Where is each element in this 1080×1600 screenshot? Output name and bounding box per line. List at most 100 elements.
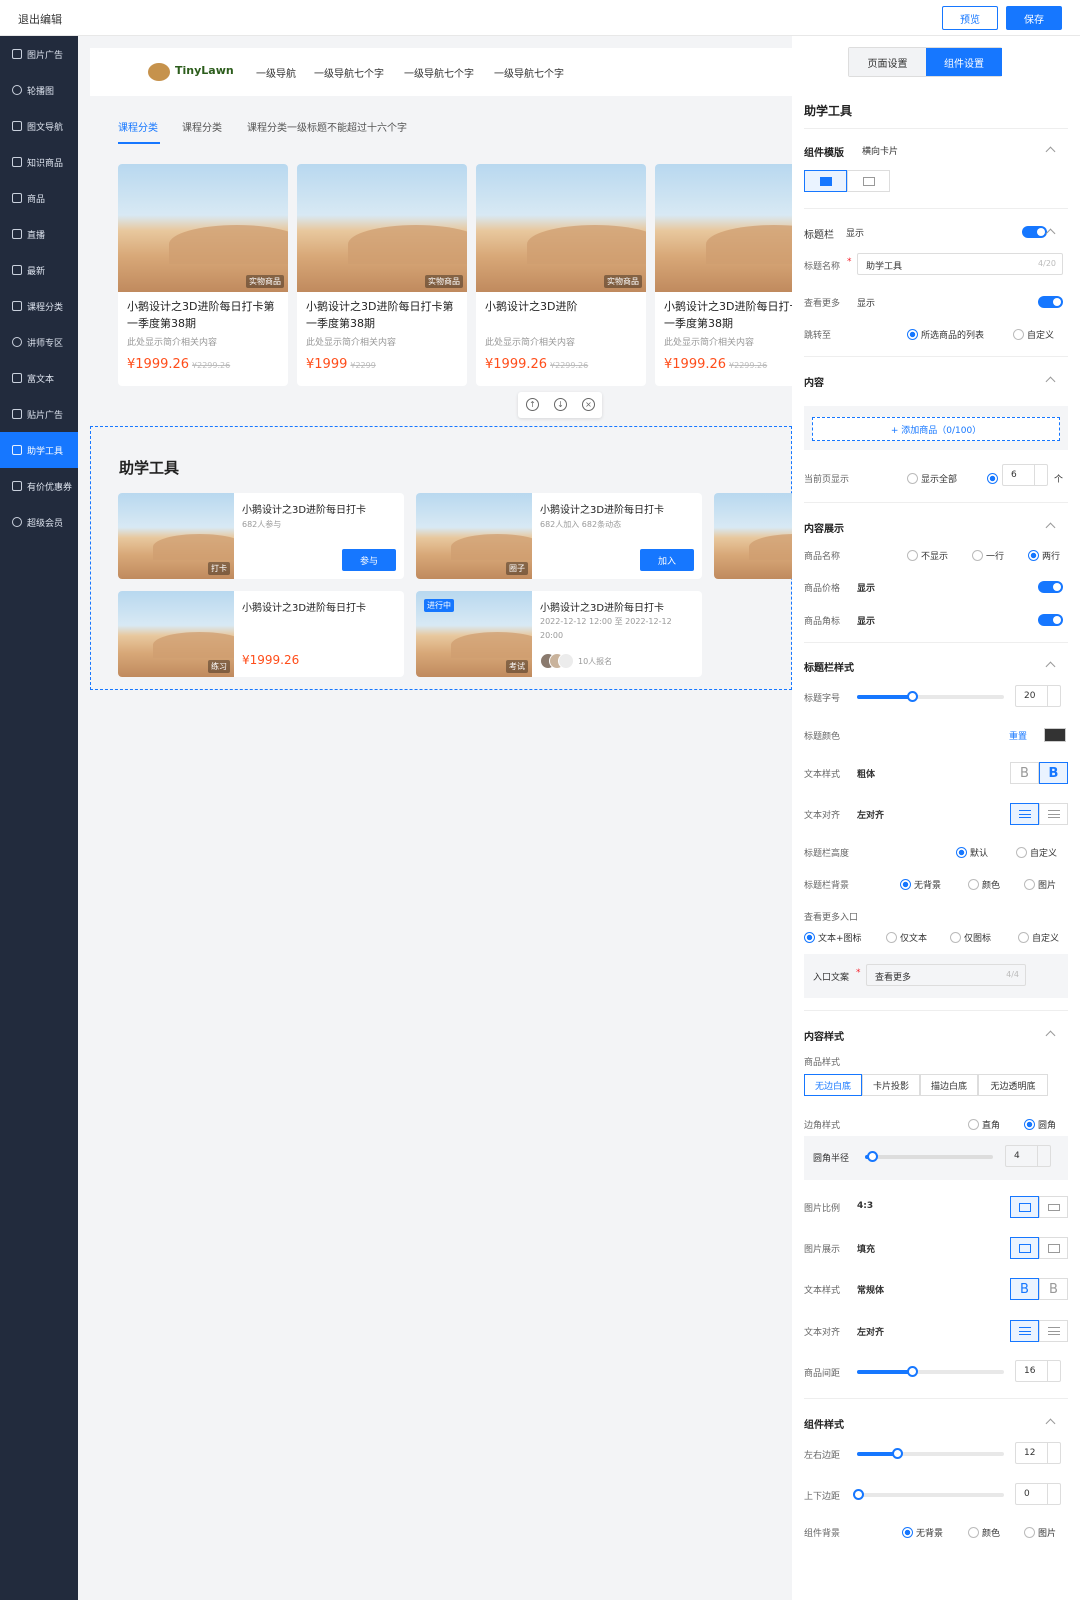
align-left-button[interactable] bbox=[1010, 803, 1039, 825]
join-circle-button[interactable]: 加入 bbox=[640, 549, 694, 571]
compbg-radio-none[interactable]: 无背景 bbox=[902, 1526, 943, 1539]
tab-category-3[interactable]: 课程分类一级标题不能超过十六个字 bbox=[247, 119, 407, 134]
tab-page-settings[interactable]: 页面设置 bbox=[849, 48, 926, 76]
color-swatch[interactable] bbox=[1044, 728, 1066, 742]
lr-margin-stepper[interactable]: 12 bbox=[1015, 1442, 1061, 1464]
img-fill-button[interactable] bbox=[1010, 1237, 1039, 1259]
align-center-button[interactable] bbox=[1039, 803, 1068, 825]
tool-card-checkin[interactable]: 打卡 小鹅设计之3D进阶每日打卡 682人参与 参与 bbox=[118, 493, 404, 579]
name-radio-hide[interactable]: 不显示 bbox=[907, 549, 948, 562]
sidebar-item-live[interactable]: 直播 bbox=[0, 216, 78, 252]
fontsize-slider[interactable] bbox=[857, 691, 1004, 702]
radius-slider[interactable] bbox=[865, 1151, 993, 1162]
name-radio-one[interactable]: 一行 bbox=[972, 549, 1004, 562]
template-vertical-button[interactable] bbox=[847, 170, 890, 192]
selected-component-study-tools[interactable]: 助学工具 打卡 小鹅设计之3D进阶每日打卡 682人参与 参与 圈子 小鹅设计之… bbox=[90, 426, 792, 690]
price-toggle[interactable] bbox=[1038, 581, 1063, 593]
compbg-radio-color[interactable]: 颜色 bbox=[968, 1526, 1000, 1539]
jump-radio-list[interactable]: 所选商品的列表 bbox=[907, 328, 984, 341]
sidebar-item-image-ad[interactable]: 图片广告 bbox=[0, 36, 78, 72]
entry-radio-custom[interactable]: 自定义 bbox=[1018, 931, 1059, 944]
tb-margin-slider[interactable] bbox=[853, 1489, 1004, 1500]
save-button[interactable]: 保存 bbox=[1006, 6, 1062, 30]
sidebar-item-knowledge[interactable]: 知识商品 bbox=[0, 144, 78, 180]
goods-style-option[interactable]: 无边白底 bbox=[804, 1074, 862, 1096]
ratio-16-9-button[interactable] bbox=[1039, 1196, 1068, 1218]
goods-style-option[interactable]: 描边白底 bbox=[920, 1074, 978, 1096]
nav-item[interactable]: 一级导航 bbox=[256, 65, 296, 80]
tab-category-1[interactable]: 课程分类 bbox=[118, 119, 158, 134]
tb-margin-stepper[interactable]: 0 bbox=[1015, 1483, 1061, 1505]
bg-radio-none[interactable]: 无背景 bbox=[900, 878, 941, 891]
nav-item[interactable]: 一级导航七个字 bbox=[404, 65, 474, 80]
bg-radio-color[interactable]: 颜色 bbox=[968, 878, 1000, 891]
text-bold-button[interactable]: B bbox=[1039, 1278, 1068, 1300]
chevron-up-icon[interactable] bbox=[1045, 1418, 1056, 1429]
chevron-up-icon[interactable] bbox=[1045, 522, 1056, 533]
jump-radio-custom[interactable]: 自定义 bbox=[1013, 328, 1054, 341]
sidebar-item-goods[interactable]: 商品 bbox=[0, 180, 78, 216]
text-regular-button[interactable]: B bbox=[1010, 762, 1039, 784]
sidebar-item-coupon[interactable]: 有价优惠券 bbox=[0, 468, 78, 504]
sidebar-item-latest[interactable]: 最新 bbox=[0, 252, 78, 288]
preview-button[interactable]: 预览 bbox=[942, 6, 998, 30]
text-bold-button[interactable]: B bbox=[1039, 762, 1068, 784]
product-card[interactable]: 实物商品 小鹅设计之3D进阶每日打卡第一季度第38期 此处显示简介相关内容 ¥1… bbox=[118, 164, 288, 386]
more-toggle[interactable] bbox=[1038, 296, 1063, 308]
chevron-up-icon[interactable] bbox=[1045, 228, 1056, 239]
nav-item[interactable]: 一级导航七个字 bbox=[494, 65, 564, 80]
align-left-button[interactable] bbox=[1010, 1320, 1039, 1342]
lr-margin-slider[interactable] bbox=[857, 1448, 1004, 1459]
corner-toggle[interactable] bbox=[1038, 614, 1063, 626]
show-all-radio[interactable]: 显示全部 bbox=[907, 472, 957, 485]
edge-radio-square[interactable]: 直角 bbox=[968, 1118, 1000, 1131]
delete-icon[interactable]: × bbox=[582, 398, 595, 411]
chevron-up-icon[interactable] bbox=[1045, 146, 1056, 157]
tool-card-partial[interactable] bbox=[714, 493, 792, 579]
move-up-icon[interactable]: ↑ bbox=[526, 398, 539, 411]
color-reset-link[interactable]: 重置 bbox=[1009, 729, 1027, 742]
radius-stepper[interactable]: 4 bbox=[1005, 1145, 1051, 1167]
product-card[interactable]: 小鹅设计之3D进阶每日打卡第一季度第38期 此处显示简介相关内容 ¥1999.2… bbox=[655, 164, 792, 386]
tool-card-practice[interactable]: 练习 小鹅设计之3D进阶每日打卡 ¥1999.26 bbox=[118, 591, 404, 677]
goods-style-option[interactable]: 卡片投影 bbox=[862, 1074, 920, 1096]
compbg-radio-image[interactable]: 图片 bbox=[1024, 1526, 1056, 1539]
height-radio-default[interactable]: 默认 bbox=[956, 846, 988, 859]
name-radio-two[interactable]: 两行 bbox=[1028, 549, 1060, 562]
entry-text-input[interactable]: 查看更多 4/4 bbox=[866, 964, 1026, 986]
entry-radio-text[interactable]: 仅文本 bbox=[886, 931, 927, 944]
sidebar-item-carousel[interactable]: 轮播图 bbox=[0, 72, 78, 108]
tab-category-2[interactable]: 课程分类 bbox=[182, 119, 222, 134]
exit-edit-link[interactable]: 退出编辑 bbox=[18, 11, 62, 27]
sidebar-item-image-nav[interactable]: 图文导航 bbox=[0, 108, 78, 144]
fontsize-stepper[interactable]: 20 bbox=[1015, 685, 1061, 707]
add-goods-button[interactable]: + 添加商品（0/100） bbox=[812, 417, 1060, 441]
product-card[interactable]: 实物商品 小鹅设计之3D进阶每日打卡第一季度第38期 此处显示简介相关内容 ¥1… bbox=[297, 164, 467, 386]
sidebar-item-study-tools[interactable]: 助学工具 bbox=[0, 432, 78, 468]
gap-slider[interactable] bbox=[857, 1366, 1004, 1377]
move-down-icon[interactable]: ↓ bbox=[554, 398, 567, 411]
sidebar-item-sticker-ad[interactable]: 贴片广告 bbox=[0, 396, 78, 432]
entry-radio-icon[interactable]: 仅图标 bbox=[950, 931, 991, 944]
tool-card-circle[interactable]: 圈子 小鹅设计之3D进阶每日打卡 682人加入 682条动态 加入 bbox=[416, 493, 702, 579]
tab-component-settings[interactable]: 组件设置 bbox=[926, 48, 1002, 76]
sidebar-item-course-category[interactable]: 课程分类 bbox=[0, 288, 78, 324]
bg-radio-image[interactable]: 图片 bbox=[1024, 878, 1056, 891]
sidebar-item-teacher[interactable]: 讲师专区 bbox=[0, 324, 78, 360]
ratio-4-3-button[interactable] bbox=[1010, 1196, 1039, 1218]
goods-style-option[interactable]: 无边透明底 bbox=[978, 1074, 1048, 1096]
nav-item[interactable]: 一级导航七个字 bbox=[314, 65, 384, 80]
text-regular-button[interactable]: B bbox=[1010, 1278, 1039, 1300]
entry-radio-text-icon[interactable]: 文本+图标 bbox=[804, 931, 862, 944]
chevron-up-icon[interactable] bbox=[1045, 376, 1056, 387]
title-name-input[interactable]: 助学工具 4/20 bbox=[857, 253, 1063, 275]
join-button[interactable]: 参与 bbox=[342, 549, 396, 571]
sidebar-item-richtext[interactable]: 富文本 bbox=[0, 360, 78, 396]
product-card[interactable]: 实物商品 小鹅设计之3D进阶 此处显示简介相关内容 ¥1999.26 ¥2299.… bbox=[476, 164, 646, 386]
titlebar-toggle[interactable] bbox=[1022, 226, 1047, 238]
gap-stepper[interactable]: 16 bbox=[1015, 1360, 1061, 1382]
template-horizontal-button[interactable] bbox=[804, 170, 847, 192]
align-center-button[interactable] bbox=[1039, 1320, 1068, 1342]
img-fit-button[interactable] bbox=[1039, 1237, 1068, 1259]
edge-radio-round[interactable]: 圆角 bbox=[1024, 1118, 1056, 1131]
